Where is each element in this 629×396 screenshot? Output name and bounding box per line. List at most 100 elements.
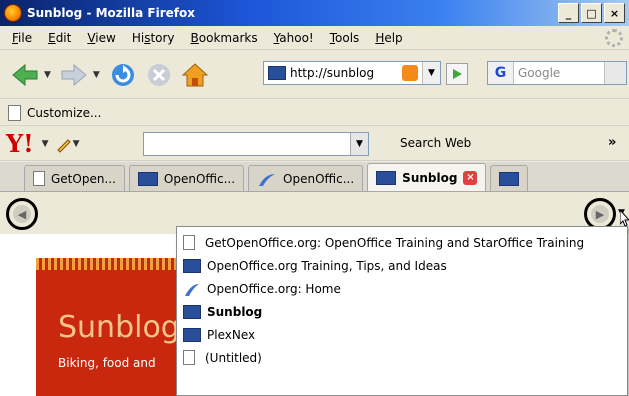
- openoffice-icon: [183, 258, 201, 273]
- menu-edit-accel: E: [48, 30, 56, 45]
- tab-list-label: OpenOffice.org Training, Tips, and Ideas: [207, 258, 447, 273]
- back-button[interactable]: [8, 58, 42, 92]
- tab-openoffice-training[interactable]: OpenOffic...: [128, 165, 245, 191]
- tab-partial[interactable]: [490, 165, 529, 191]
- tab-list-item[interactable]: OpenOffice.org Training, Tips, and Ideas: [177, 254, 627, 277]
- yahoo-logo-icon[interactable]: Y!: [6, 129, 34, 158]
- search-box[interactable]: G Google: [487, 61, 627, 85]
- tab-list-item-active[interactable]: Sunblog: [177, 300, 627, 323]
- menu-file-label: ile: [18, 30, 33, 45]
- forward-arrow-icon: [61, 63, 87, 86]
- throbber-icon: [605, 29, 623, 47]
- tab-close-icon[interactable]: ×: [463, 170, 478, 185]
- forward-button[interactable]: [57, 58, 91, 92]
- mouse-cursor-icon: [620, 210, 629, 226]
- menu-edit-label: dit: [55, 30, 72, 45]
- pencil-dropdown-icon[interactable]: ▼: [73, 139, 80, 149]
- tab-list-item[interactable]: GetOpenOffice.org: OpenOffice Training a…: [177, 231, 627, 254]
- banner-stripe: [36, 258, 194, 270]
- browser-chrome: File Edit View History Bookmarks Yahoo! …: [0, 26, 629, 234]
- menu-bookmarks[interactable]: Bookmarks: [183, 31, 266, 45]
- go-arrow-icon: [453, 69, 462, 79]
- menu-tools-label: ools: [335, 30, 360, 45]
- menu-history-label: tory: [150, 30, 175, 45]
- menu-edit[interactable]: Edit: [40, 31, 79, 45]
- tab-label: GetOpen...: [51, 171, 116, 186]
- openoffice-icon: [376, 170, 397, 185]
- blog-title: Sunblog: [58, 310, 180, 345]
- toolbar-overflow-icon[interactable]: »: [608, 135, 616, 150]
- menu-view[interactable]: View: [79, 31, 123, 45]
- search-web-button[interactable]: Search Web: [400, 136, 471, 150]
- search-placeholder: Google: [518, 66, 561, 80]
- tab-list-item[interactable]: OpenOffice.org: Home: [177, 277, 627, 300]
- menu-file[interactable]: File: [4, 31, 40, 45]
- tab-list-item[interactable]: PlexNex: [177, 323, 627, 346]
- yahoo-toolbar: Y! ▼ ▼ ▼ Search Web »: [0, 127, 629, 161]
- url-dropdown-icon[interactable]: ▼: [422, 62, 440, 84]
- window-title-bar: Sunblog - Mozilla Firefox _ □ ×: [0, 0, 629, 26]
- google-engine-icon[interactable]: G: [488, 62, 514, 84]
- openoffice-icon: [183, 327, 201, 342]
- back-arrow-icon: [12, 63, 38, 86]
- yahoo-search-dropdown-icon[interactable]: ▼: [350, 133, 368, 155]
- menu-history[interactable]: History: [124, 31, 183, 45]
- openoffice-icon: [137, 171, 158, 186]
- tab-label: OpenOffic...: [163, 171, 236, 186]
- blog-banner: Sunblog Biking, food and: [36, 258, 194, 396]
- home-icon: [181, 62, 209, 86]
- tab-list-label: Sunblog: [207, 304, 263, 319]
- menu-view-label: iew: [95, 30, 116, 45]
- url-text: http://sunblog: [290, 66, 375, 80]
- tab-list-item[interactable]: (Untitled): [177, 346, 627, 369]
- stop-button[interactable]: [142, 58, 176, 92]
- page-icon: [33, 171, 45, 186]
- minimize-button[interactable]: _: [558, 3, 579, 23]
- rss-feed-icon[interactable]: [402, 65, 418, 81]
- bookmarks-toolbar: Customize...: [0, 100, 629, 126]
- forward-history-dropdown-icon[interactable]: ▼: [93, 70, 100, 80]
- close-button[interactable]: ×: [604, 3, 625, 23]
- stop-icon: [147, 63, 170, 86]
- maximize-button[interactable]: □: [581, 3, 602, 23]
- menu-bookmarks-accel: B: [190, 30, 199, 45]
- yahoo-search-input[interactable]: ▼: [143, 132, 369, 156]
- menu-yahoo-label: ahoo!: [279, 30, 314, 45]
- menu-history-pre: Hi: [131, 30, 145, 45]
- menu-tools[interactable]: Tools: [322, 31, 368, 45]
- reload-icon: [111, 63, 134, 86]
- back-history-dropdown-icon[interactable]: ▼: [44, 70, 51, 80]
- reload-button[interactable]: [106, 58, 140, 92]
- menu-help-label: elp: [384, 30, 403, 45]
- tab-getopenoffice[interactable]: GetOpen...: [24, 165, 125, 191]
- home-button[interactable]: [178, 58, 212, 92]
- window-title: Sunblog - Mozilla Firefox: [27, 6, 195, 20]
- tab-bar: GetOpen... OpenOffic... OpenOffic... Sun…: [0, 162, 629, 192]
- tab-label: OpenOffic...: [283, 171, 355, 186]
- search-button[interactable]: [604, 62, 626, 84]
- tab-sunblog[interactable]: Sunblog ×: [367, 163, 487, 191]
- menu-yahoo[interactable]: Yahoo!: [266, 31, 322, 45]
- menu-bookmarks-label: ookmarks: [198, 30, 258, 45]
- tab-list-label: (Untitled): [205, 350, 262, 365]
- menu-help[interactable]: Help: [367, 31, 410, 45]
- tab-list-label: GetOpenOffice.org: OpenOffice Training a…: [205, 235, 585, 250]
- tab-openoffice-home[interactable]: OpenOffic...: [248, 165, 364, 191]
- openoffice-icon: [183, 304, 201, 319]
- go-button[interactable]: [446, 63, 468, 85]
- window-controls: _ □ ×: [558, 3, 625, 23]
- tab-list-label: PlexNex: [207, 327, 256, 342]
- yahoo-menu-dropdown-icon[interactable]: ▼: [42, 139, 49, 149]
- pencil-icon[interactable]: [55, 135, 73, 153]
- url-bar[interactable]: http://sunblog ▼: [263, 61, 441, 85]
- page-icon: [8, 104, 21, 121]
- ooo-bird-icon: [259, 173, 276, 186]
- tab-label: Sunblog: [402, 170, 458, 185]
- customize-bookmark[interactable]: Customize...: [27, 106, 101, 120]
- blog-subtitle: Biking, food and: [58, 356, 156, 370]
- left-scroll-highlight-circle: [6, 198, 38, 230]
- menu-bar: File Edit View History Bookmarks Yahoo! …: [0, 26, 629, 50]
- menu-help-accel: H: [375, 30, 385, 45]
- navigation-toolbar: ▼ ▼ http://sunblog ▼ G Google: [0, 51, 629, 99]
- tab-list-menu: GetOpenOffice.org: OpenOffice Training a…: [176, 226, 628, 396]
